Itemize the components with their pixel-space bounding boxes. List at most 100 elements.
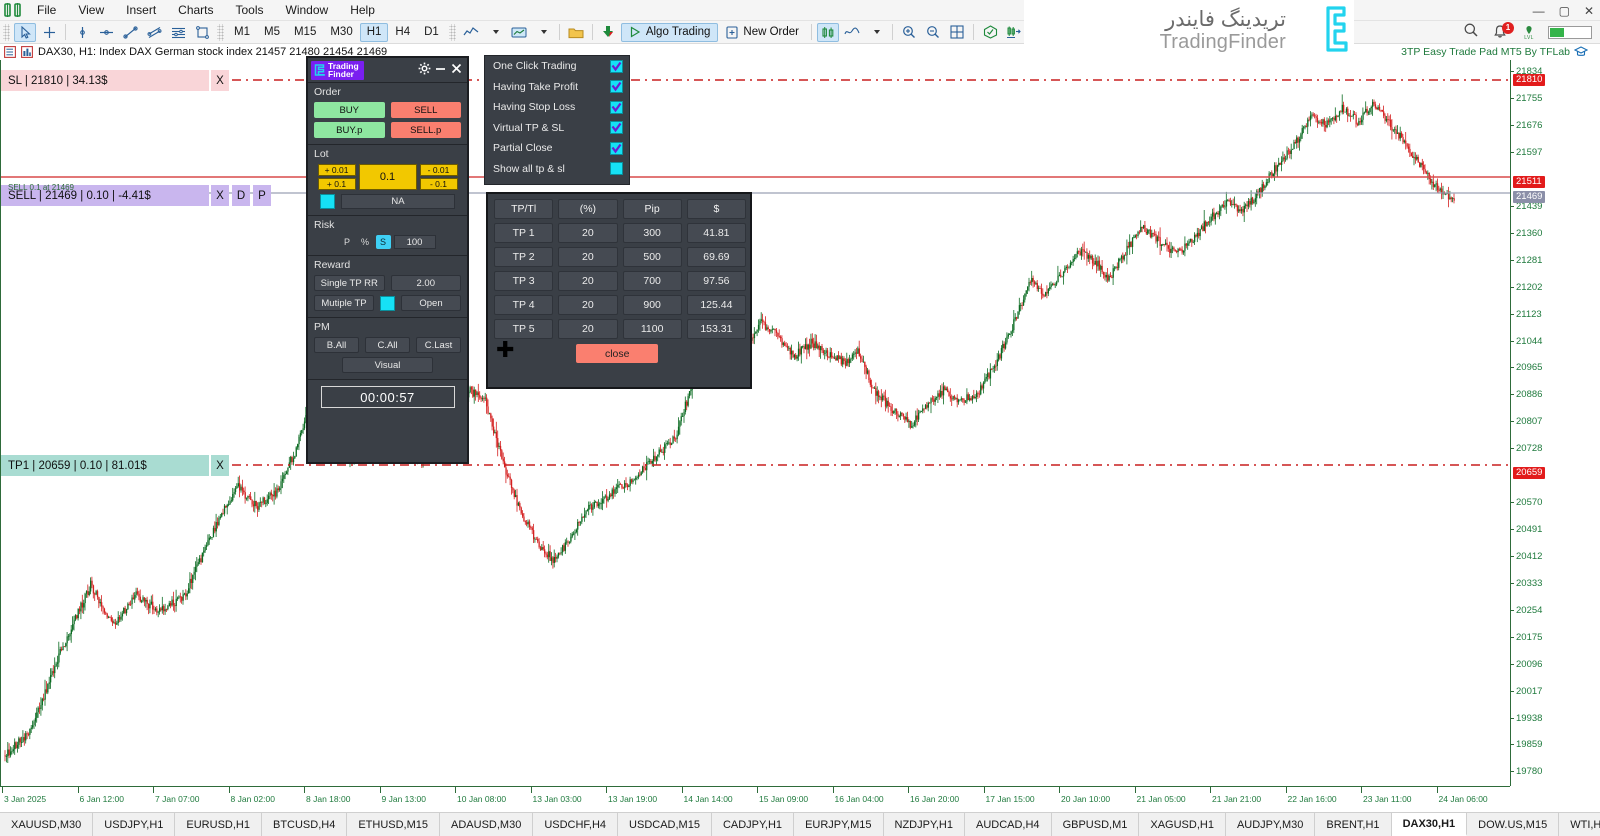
tp-dollar-cell[interactable]: 125.44 bbox=[686, 295, 746, 315]
symbol-tab-dax30-h1[interactable]: DAX30,H1 bbox=[1391, 813, 1468, 836]
risk-mode-s-button[interactable]: S bbox=[375, 235, 391, 249]
menu-help[interactable]: Help bbox=[339, 0, 386, 20]
plus-icon[interactable]: ✚ bbox=[496, 339, 514, 361]
algo-trading-button[interactable]: Algo Trading bbox=[620, 22, 719, 42]
crosshair-icon[interactable] bbox=[38, 23, 60, 42]
chart-shift-icon[interactable] bbox=[1003, 23, 1025, 42]
panel-header[interactable]: Trading Finder bbox=[308, 58, 467, 82]
timeframe-m5[interactable]: M5 bbox=[257, 23, 287, 42]
timeframe-m1[interactable]: M1 bbox=[227, 23, 257, 42]
expert-advisor-icon[interactable] bbox=[598, 23, 620, 42]
lot-increase-small-button[interactable]: + 0.01 bbox=[317, 164, 356, 176]
equidistant-channel-icon[interactable] bbox=[143, 23, 165, 42]
tp-pip-cell[interactable]: 1100 bbox=[622, 319, 682, 339]
tp-level-cell[interactable]: TP 2 bbox=[494, 247, 554, 267]
take-profit-1-close-button[interactable]: X bbox=[211, 455, 229, 476]
tp-level-cell[interactable]: TP 4 bbox=[494, 295, 554, 315]
symbol-tab-usdchf-h4[interactable]: USDCHF,H4 bbox=[533, 813, 619, 836]
symbol-tab-usdjpy-h1[interactable]: USDJPY,H1 bbox=[93, 813, 176, 836]
rr-value-field[interactable]: 2.00 bbox=[390, 275, 461, 291]
position-close-button[interactable]: X bbox=[211, 185, 229, 206]
lot-decrease-big-button[interactable]: - 0.1 bbox=[419, 178, 458, 190]
settings-menu-item[interactable]: Having Stop Loss bbox=[485, 97, 629, 118]
menu-insert[interactable]: Insert bbox=[115, 0, 167, 20]
oscillator-dropdown-icon[interactable] bbox=[865, 23, 887, 42]
close-all-button[interactable]: C.All bbox=[365, 337, 410, 353]
symbol-tab-brent-h1[interactable]: BRENT,H1 bbox=[1315, 813, 1392, 836]
position-partial-button[interactable]: P bbox=[253, 185, 271, 206]
position-delete-button[interactable]: D bbox=[232, 185, 250, 206]
maximize-window-button[interactable]: ▢ bbox=[1559, 5, 1570, 17]
indicator-list-icon[interactable] bbox=[21, 46, 34, 59]
tp-percent-cell[interactable]: 20 bbox=[558, 223, 618, 243]
signal-level-icon[interactable]: LVL bbox=[1523, 25, 1535, 41]
checkbox-checked-icon[interactable] bbox=[610, 59, 623, 73]
timeframe-h4[interactable]: H4 bbox=[388, 23, 417, 42]
line-chart-icon[interactable] bbox=[460, 23, 482, 42]
menu-file[interactable]: File bbox=[26, 0, 67, 20]
symbol-tab-audjpy-m30[interactable]: AUDJPY,M30 bbox=[1226, 813, 1316, 836]
symbol-tab-audcad-h4[interactable]: AUDCAD,H4 bbox=[965, 813, 1052, 836]
tp-pip-cell[interactable]: 500 bbox=[622, 247, 682, 267]
close-icon[interactable] bbox=[450, 62, 463, 78]
settings-menu-item[interactable]: Partial Close bbox=[485, 138, 629, 159]
symbol-tab-usdcad-m15[interactable]: USDCAD,M15 bbox=[618, 813, 712, 836]
buy-pending-button[interactable]: BUY.p bbox=[314, 122, 385, 138]
close-last-button[interactable]: C.Last bbox=[416, 337, 461, 353]
menu-window[interactable]: Window bbox=[275, 0, 340, 20]
tp-level-cell[interactable]: TP 3 bbox=[494, 271, 554, 291]
connection-meter-icon[interactable] bbox=[1548, 26, 1592, 39]
tp-dollar-cell[interactable]: 41.81 bbox=[686, 223, 746, 243]
multiple-tp-button[interactable]: Mutiple TP bbox=[314, 295, 374, 311]
search-icon[interactable] bbox=[1463, 22, 1479, 43]
timeframe-h1[interactable]: H1 bbox=[359, 22, 389, 42]
trendline-icon[interactable] bbox=[119, 23, 141, 42]
stop-loss-label[interactable]: SL | 21810 | 34.13$ bbox=[1, 70, 209, 91]
minimize-icon[interactable] bbox=[434, 62, 447, 78]
price-axis[interactable]: 21834 21755 21676 21597 21439 21360 21281 21202… bbox=[1510, 60, 1600, 786]
single-tp-rr-button[interactable]: Single TP RR bbox=[314, 275, 385, 291]
tp-level-cell[interactable]: TP 1 bbox=[494, 223, 554, 243]
symbol-tab-nzdjpy-h1[interactable]: NZDJPY,H1 bbox=[884, 813, 965, 836]
settings-menu-item[interactable]: One Click Trading bbox=[485, 56, 629, 77]
symbol-tab-xauusd-m30[interactable]: XAUUSD,M30 bbox=[0, 813, 94, 836]
tp-dollar-cell[interactable]: 69.69 bbox=[686, 247, 746, 267]
take-profit-1-label[interactable]: TP1 | 20659 | 0.10 | 81.01$ bbox=[1, 455, 209, 476]
symbol-tab-ethusd-m15[interactable]: ETHUSD,M15 bbox=[347, 813, 441, 836]
checkbox-checked-icon[interactable] bbox=[610, 141, 623, 155]
symbol-tab-eurusd-h1[interactable]: EURUSD,H1 bbox=[175, 813, 262, 836]
timeframe-m30[interactable]: M30 bbox=[323, 23, 359, 42]
indicators-dropdown-icon[interactable] bbox=[532, 23, 554, 42]
reward-color-swatch[interactable] bbox=[380, 295, 395, 311]
symbol-tab-gbpusd-m1[interactable]: GBPUSD,M1 bbox=[1052, 813, 1140, 836]
toolbar-grip[interactable] bbox=[3, 23, 10, 41]
zoom-out-icon[interactable] bbox=[922, 23, 944, 42]
risk-mode-percent-button[interactable]: % bbox=[358, 235, 373, 249]
sell-pending-button[interactable]: SELL.p bbox=[390, 122, 461, 138]
horizontal-line-icon[interactable] bbox=[95, 23, 117, 42]
checkbox-checked-icon[interactable] bbox=[610, 100, 623, 114]
line-chart-dropdown-icon[interactable] bbox=[484, 23, 506, 42]
tp-level-cell[interactable]: TP 5 bbox=[494, 319, 554, 339]
data-window-icon[interactable] bbox=[4, 46, 17, 59]
lot-decrease-small-button[interactable]: - 0.01 bbox=[419, 164, 458, 176]
symbol-tab-adausd-m30[interactable]: ADAUSD,M30 bbox=[440, 813, 534, 836]
time-axis[interactable]: 3 Jan 2025 6 Jan 12:00 7 Jan 07:00 8 Jan 02… bbox=[0, 786, 1510, 812]
checkbox-checked-icon[interactable] bbox=[610, 121, 623, 135]
risk-mode-p-button[interactable]: P bbox=[340, 235, 355, 249]
buy-button[interactable]: BUY bbox=[314, 102, 385, 118]
stop-loss-close-button[interactable]: X bbox=[211, 70, 229, 91]
open-tp-table-button[interactable]: Open bbox=[401, 295, 461, 311]
sell-button[interactable]: SELL bbox=[390, 102, 461, 118]
new-order-button[interactable]: New Order bbox=[718, 23, 807, 42]
symbol-tab-eurjpy-m15[interactable]: EURJPY,M15 bbox=[794, 813, 884, 836]
toolbar-grip-timeframes[interactable] bbox=[217, 23, 224, 41]
tp-dollar-cell[interactable]: 153.31 bbox=[686, 319, 746, 339]
tp-percent-cell[interactable]: 20 bbox=[558, 247, 618, 267]
menu-view[interactable]: View bbox=[67, 0, 115, 20]
timeframe-m15[interactable]: M15 bbox=[287, 23, 323, 42]
menu-charts[interactable]: Charts bbox=[167, 0, 224, 20]
cursor-arrow-icon[interactable] bbox=[14, 22, 36, 42]
lot-value-field[interactable]: 0.1 bbox=[358, 164, 417, 190]
close-window-button[interactable]: ✕ bbox=[1584, 5, 1594, 17]
